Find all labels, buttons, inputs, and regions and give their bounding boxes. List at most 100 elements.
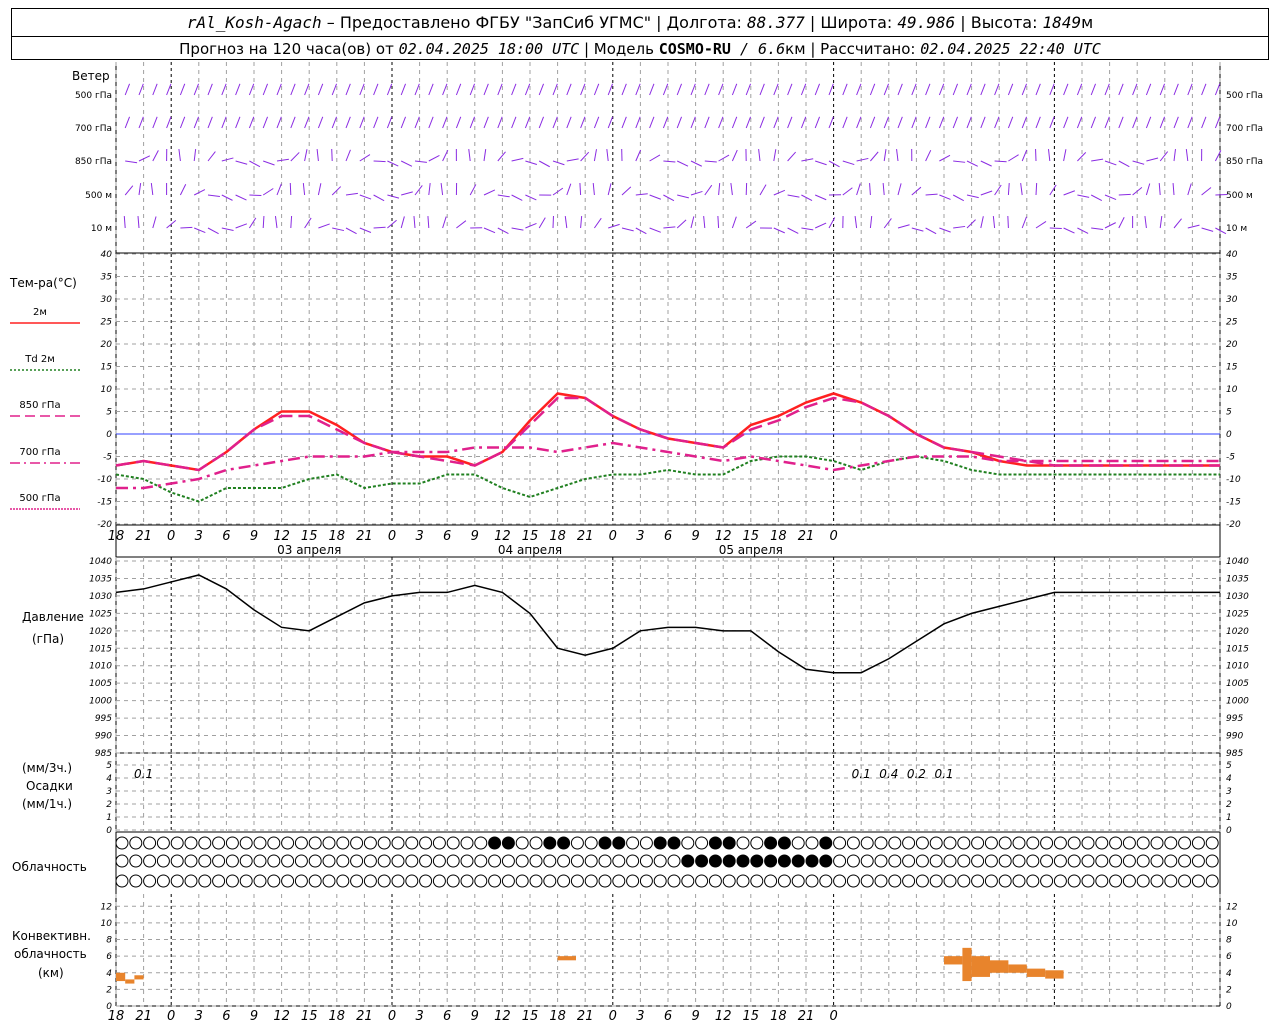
wind-barb xyxy=(759,83,765,96)
cloud-marker xyxy=(198,854,212,868)
wind-barb xyxy=(235,160,248,165)
wind-barb xyxy=(179,184,187,196)
precip-amount-label: 0.2 xyxy=(907,767,926,781)
wind-barb xyxy=(414,160,427,163)
conv-tick-label: 4 xyxy=(106,969,112,979)
wind-barb xyxy=(649,83,655,96)
wind-barb xyxy=(469,116,476,129)
cloud-marker xyxy=(846,854,860,868)
precip-tick-label: 3 xyxy=(106,787,112,797)
wind-barb xyxy=(621,227,634,232)
cloud-marker xyxy=(1095,854,1109,868)
wind-barb xyxy=(497,83,503,96)
pressure-tick-label: 1025 xyxy=(1226,609,1249,619)
wind-barb xyxy=(730,183,733,196)
temp-tick-label: 35 xyxy=(1226,273,1238,283)
cloud-marker xyxy=(833,854,847,868)
cloud-marker xyxy=(529,874,543,888)
hour-tick-label: 21 xyxy=(135,1009,152,1024)
wind-barb xyxy=(882,183,885,196)
temp-tick-label: 0 xyxy=(1226,430,1232,440)
wind-barb xyxy=(676,219,687,229)
wind-barb xyxy=(359,194,372,200)
wind-barb xyxy=(1076,83,1083,96)
wind-barb xyxy=(897,224,910,229)
cloud-marker xyxy=(984,874,998,888)
wind-barb xyxy=(538,116,545,129)
cloud-marker xyxy=(915,874,929,888)
temp-tick-label: 35 xyxy=(101,273,113,283)
cloud-marker xyxy=(336,854,350,868)
temp-tick-label: 20 xyxy=(101,340,113,350)
wind-barb xyxy=(856,157,869,162)
wind-barb xyxy=(1049,184,1057,196)
wind-barb xyxy=(1007,182,1010,196)
cloud-marker xyxy=(143,854,157,868)
wind-barb xyxy=(1132,116,1138,129)
cloud-marker xyxy=(736,874,750,888)
cloud-marker xyxy=(888,854,902,868)
hour-tick-label: 3 xyxy=(415,1009,423,1024)
wind-barb xyxy=(207,151,216,162)
wind-barb xyxy=(1008,154,1019,162)
wind-barb xyxy=(593,217,602,229)
wind-barb xyxy=(331,116,338,129)
wind-barb xyxy=(1090,194,1103,202)
wind-barb xyxy=(1021,149,1028,162)
wind-barb xyxy=(994,83,1000,96)
cloud-marker xyxy=(501,836,515,850)
wind-barb xyxy=(456,220,467,229)
cloud-marker xyxy=(1150,854,1164,868)
wind-barb xyxy=(400,160,413,167)
wind-barb xyxy=(525,222,537,229)
wind-barb xyxy=(580,116,586,129)
cloud-marker xyxy=(198,836,212,850)
wind-barb xyxy=(718,154,730,162)
wind-barb xyxy=(290,215,293,229)
conv-tick-label: 12 xyxy=(1226,902,1238,912)
wind-barb xyxy=(1035,182,1038,196)
wind-barb xyxy=(649,154,661,162)
wind-barb xyxy=(635,193,648,196)
hour-tick-label: 21 xyxy=(577,529,594,544)
precip-unit-3h: (мм/3ч.) xyxy=(22,761,72,775)
hour-tick-label: 9 xyxy=(471,1009,479,1024)
hour-tick-label: 15 xyxy=(522,529,539,544)
wind-barb xyxy=(414,185,423,196)
wind-barb xyxy=(235,223,248,229)
wind-barb xyxy=(511,83,517,96)
wind-barb xyxy=(911,116,917,129)
precip-tick-label: 2 xyxy=(106,800,112,810)
cloud-marker xyxy=(846,874,860,888)
wind-barb xyxy=(856,116,862,129)
cloud-marker xyxy=(225,874,239,888)
cloud-marker xyxy=(598,874,612,888)
wind-barb xyxy=(828,83,834,96)
cloud-marker xyxy=(860,836,874,850)
wind-barb xyxy=(925,193,938,196)
wind-barb xyxy=(400,216,405,229)
hour-tick-label: 15 xyxy=(743,1009,760,1024)
cloud-marker xyxy=(667,874,681,888)
pressure-tick-label: 1000 xyxy=(1226,697,1249,707)
wind-barb xyxy=(663,226,676,229)
wind-barb xyxy=(386,83,393,96)
wind-barb xyxy=(994,116,1000,129)
cloud-marker xyxy=(557,874,571,888)
wind-barb xyxy=(718,83,724,96)
day-label: 03 апреля xyxy=(277,543,341,557)
wind-barb xyxy=(1047,149,1051,162)
hour-tick-label: 18 xyxy=(770,1009,787,1024)
cloud-marker xyxy=(667,854,681,868)
cloud-marker xyxy=(984,836,998,850)
wind-barb xyxy=(649,116,655,129)
cloud-marker xyxy=(971,874,985,888)
wind-barb xyxy=(137,216,140,229)
precip-title: Осадки xyxy=(26,779,73,793)
wind-barb xyxy=(235,83,241,96)
wind-barb xyxy=(952,116,959,129)
cloud-marker xyxy=(308,836,322,850)
wind-level-label: 850 гПа xyxy=(1226,157,1263,167)
cloud-marker xyxy=(419,874,433,888)
cloud-marker xyxy=(363,854,377,868)
